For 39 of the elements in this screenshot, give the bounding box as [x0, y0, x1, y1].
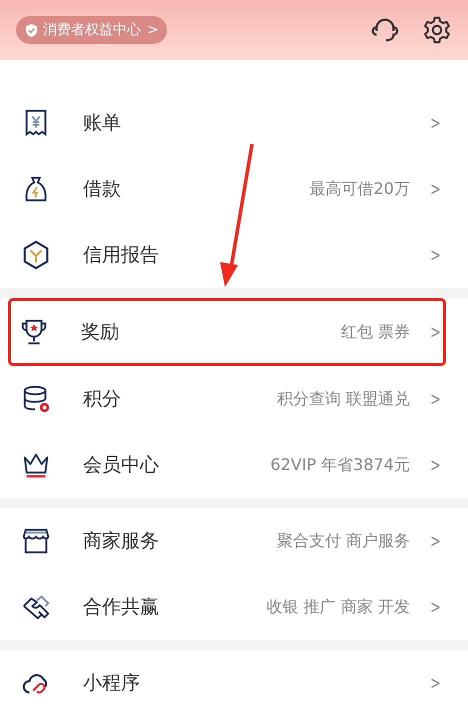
item-subtitle: 最高可借20万: [310, 178, 410, 200]
menu-item[interactable]: 积分 积分查询 联盟通兑 >: [0, 366, 468, 432]
item-title: 合作共赢: [83, 595, 159, 620]
store-icon: [21, 526, 51, 556]
item-title: 奖励: [81, 320, 119, 345]
trophy-icon: [19, 317, 49, 347]
item-subtitle: 62VIP 年省3874元: [270, 454, 410, 476]
chevron-icon: >: [430, 530, 441, 552]
item-title: 账单: [83, 111, 121, 136]
item-title: 积分: [83, 387, 121, 412]
coins-icon: [21, 384, 51, 414]
menu-item[interactable]: 合作共赢 收银 推广 商家 开发 >: [0, 574, 468, 640]
chevron-icon: >: [430, 454, 441, 476]
chevron-icon: >: [430, 388, 441, 410]
menu-item[interactable]: 会员中心 62VIP 年省3874元 >: [0, 432, 468, 498]
item-title: 会员中心: [83, 453, 159, 478]
item-title: 商家服务: [83, 529, 159, 554]
chevron-icon: >: [430, 112, 441, 134]
item-subtitle: 红包 票券: [340, 322, 410, 342]
item-subtitle: 收银 推广 商家 开发: [266, 596, 410, 618]
chevron-icon: >: [430, 322, 441, 342]
hexagon-icon: [21, 240, 51, 270]
menu-item[interactable]: 商家服务 聚合支付 商户服务 >: [0, 508, 468, 574]
item-title: 小程序: [83, 671, 140, 696]
chevron-icon: >: [430, 178, 441, 200]
menu-item[interactable]: 小程序 >: [0, 650, 468, 716]
chevron-icon: >: [430, 596, 441, 618]
chevron-icon: >: [430, 244, 441, 266]
settings-icon[interactable]: [422, 15, 452, 45]
chevron-icon: >: [430, 672, 441, 694]
menu-item[interactable]: 账单 >: [0, 90, 468, 156]
item-title: 信用报告: [83, 243, 159, 268]
shield-icon: [24, 22, 39, 38]
item-title: 借款: [83, 177, 121, 202]
menu-item[interactable]: 借款 最高可借20万 >: [0, 156, 468, 222]
menu-item[interactable]: 奖励 红包 票券 >: [8, 298, 446, 366]
item-subtitle: 积分查询 联盟通兑: [276, 388, 410, 410]
item-subtitle: 聚合支付 商户服务: [276, 530, 410, 552]
menu-item[interactable]: 信用报告 >: [0, 222, 468, 288]
